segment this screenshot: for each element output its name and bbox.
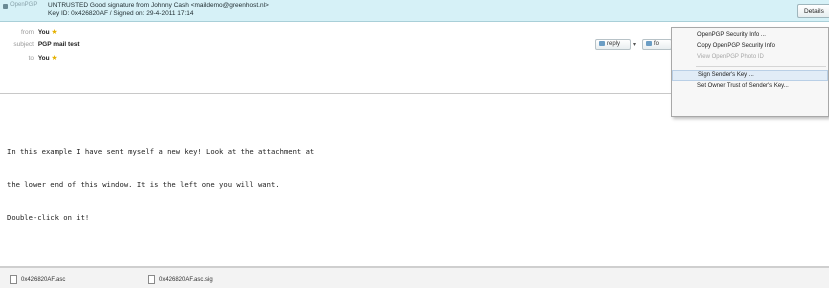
- details-context-menu: OpenPGP Security Info ... Copy OpenPGP S…: [671, 27, 829, 117]
- body-line: Double-click on it!: [7, 213, 90, 222]
- attachment-item[interactable]: 0x426820AF.asc: [10, 275, 65, 284]
- body-line: the lower end of this window. It is the …: [7, 180, 280, 189]
- subject-value: PGP mail test: [37, 41, 80, 48]
- menu-item-sign-senders-key[interactable]: Sign Sender's Key ...: [672, 70, 828, 81]
- menu-item-view-photo-id: View OpenPGP Photo ID: [697, 54, 764, 60]
- menu-item-security-info[interactable]: OpenPGP Security Info ...: [672, 30, 828, 41]
- reply-dropdown-arrow[interactable]: ▾: [633, 41, 636, 48]
- attachment-name: 0x426820AF.asc: [21, 277, 66, 284]
- details-button[interactable]: Details: [797, 4, 829, 18]
- menu-separator: [696, 66, 826, 67]
- reply-label: reply: [607, 41, 621, 48]
- file-icon: [148, 275, 155, 284]
- to-label: to: [28, 55, 34, 62]
- reply-icon: [599, 41, 605, 46]
- star-icon[interactable]: ★: [51, 55, 57, 62]
- pgp-label: OpenPGP: [10, 2, 38, 8]
- from-row: from You ★: [0, 28, 58, 36]
- forward-button[interactable]: fo: [642, 39, 672, 50]
- from-label: from: [21, 29, 34, 36]
- subject-label: subject: [13, 41, 34, 48]
- star-icon[interactable]: ★: [51, 29, 57, 36]
- forward-label: fo: [654, 41, 660, 48]
- attachment-item[interactable]: 0x426820AF.asc.sig: [148, 275, 213, 284]
- reply-button[interactable]: reply: [595, 39, 631, 50]
- menu-item-copy-security-info[interactable]: Copy OpenPGP Security Info: [672, 41, 828, 52]
- key-id-text: Key ID: 0x426820AF / Signed on: 29-4-201…: [48, 10, 194, 17]
- openpgp-icon: [3, 4, 8, 9]
- subject-row: subject PGP mail test: [0, 41, 80, 48]
- to-row: to You ★: [0, 54, 58, 62]
- pgp-status-bar: OpenPGP UNTRUSTED Good signature from Jo…: [0, 0, 829, 22]
- from-value[interactable]: You: [38, 29, 50, 36]
- body-line: In this example I have sent myself a new…: [7, 147, 315, 156]
- attachment-name: 0x426820AF.asc.sig: [159, 277, 213, 284]
- signature-status-text: UNTRUSTED Good signature from Johnny Cas…: [48, 2, 269, 9]
- forward-icon: [646, 41, 652, 46]
- attachment-bar: 0x426820AF.asc 0x426820AF.asc.sig: [0, 266, 829, 288]
- to-value[interactable]: You: [38, 55, 50, 62]
- message-body: In this example I have sent myself a new…: [7, 124, 314, 234]
- menu-item-set-owner-trust[interactable]: Set Owner Trust of Sender's Key...: [672, 81, 828, 92]
- file-icon: [10, 275, 17, 284]
